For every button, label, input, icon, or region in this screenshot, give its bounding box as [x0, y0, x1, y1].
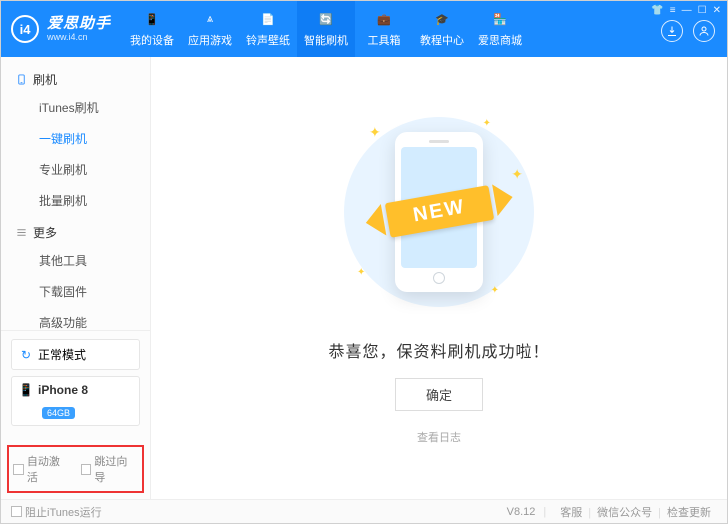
nav-ringtone[interactable]: 📄铃声壁纸: [239, 1, 297, 57]
auto-activate-checkbox[interactable]: 自动激活: [13, 453, 71, 485]
success-message: 恭喜您，保资料刷机成功啦！: [328, 338, 549, 362]
sidebar-group: 更多: [1, 216, 150, 245]
phone-icon: 📱: [20, 384, 32, 396]
hamburger-icon: [15, 227, 27, 239]
footer-link[interactable]: 检查更新: [667, 507, 711, 519]
nav-flash[interactable]: 🔄智能刷机: [297, 1, 355, 57]
confirm-button[interactable]: 确定: [395, 378, 483, 411]
nav-apps[interactable]: ⩓应用游戏: [181, 1, 239, 57]
download-button[interactable]: [661, 20, 683, 42]
mode-card[interactable]: ↻ 正常模式: [11, 339, 140, 370]
skip-guide-checkbox[interactable]: 跳过向导: [81, 453, 139, 485]
ringtone-icon: 📄: [259, 10, 277, 28]
minimize-icon[interactable]: —: [682, 5, 692, 16]
tutorial-icon: 🎓: [433, 10, 451, 28]
main-content: ✦ ✦ ✦ ✦ ✦ NEW 恭喜您，保资料刷机成功啦！ 确定 查看日志: [151, 57, 727, 499]
sidebar-item[interactable]: 批量刷机: [1, 185, 150, 216]
tools-icon: 💼: [375, 10, 393, 28]
app-title: 爱思助手: [47, 16, 111, 31]
flash-options-highlighted: 自动激活 跳过向导: [7, 445, 144, 493]
window-controls: 👕 ≡ — ☐ ✕: [645, 1, 727, 20]
status-bar: 阻止iTunes运行 V8.12 | 客服|微信公众号|检查更新: [1, 499, 727, 523]
menu-icon[interactable]: ≡: [670, 5, 676, 16]
apps-icon: ⩓: [201, 10, 219, 28]
sidebar: 刷机iTunes刷机一键刷机专业刷机批量刷机更多其他工具下载固件高级功能 ↻ 正…: [1, 57, 151, 499]
nav-tools[interactable]: 💼工具箱: [355, 1, 413, 57]
block-itunes-checkbox[interactable]: 阻止iTunes运行: [11, 504, 102, 520]
refresh-icon: ↻: [20, 349, 32, 361]
device-name: iPhone 8: [38, 383, 88, 397]
nav-tutorial[interactable]: 🎓教程中心: [413, 1, 471, 57]
storage-badge: 64GB: [42, 407, 75, 419]
nav-store[interactable]: 🏪爱思商城: [471, 1, 529, 57]
sidebar-item[interactable]: 下载固件: [1, 276, 150, 307]
sidebar-item[interactable]: 其他工具: [1, 245, 150, 276]
app-header: i4 爱思助手 www.i4.cn 📱我的设备⩓应用游戏📄铃声壁纸🔄智能刷机💼工…: [1, 1, 727, 57]
footer-link[interactable]: 微信公众号: [597, 507, 652, 519]
footer-link[interactable]: 客服: [560, 507, 582, 519]
mode-label: 正常模式: [38, 346, 86, 363]
app-url: www.i4.cn: [47, 33, 111, 42]
success-illustration: ✦ ✦ ✦ ✦ ✦ NEW: [339, 112, 539, 312]
version-label: V8.12: [507, 506, 536, 518]
close-icon[interactable]: ✕: [713, 5, 721, 16]
sidebar-group: 刷机: [1, 63, 150, 92]
nav-device[interactable]: 📱我的设备: [123, 1, 181, 57]
sidebar-item[interactable]: 专业刷机: [1, 154, 150, 185]
view-log-link[interactable]: 查看日志: [417, 429, 461, 445]
skin-icon[interactable]: 👕: [651, 5, 663, 16]
sidebar-item[interactable]: iTunes刷机: [1, 92, 150, 123]
flash-icon: 🔄: [317, 10, 335, 28]
store-icon: 🏪: [491, 10, 509, 28]
user-button[interactable]: [693, 20, 715, 42]
top-nav: 📱我的设备⩓应用游戏📄铃声壁纸🔄智能刷机💼工具箱🎓教程中心🏪爱思商城: [123, 1, 645, 57]
device-icon: 📱: [143, 10, 161, 28]
device-card[interactable]: 📱 iPhone 8 64GB: [11, 376, 140, 426]
phone-outline-icon: [15, 74, 27, 86]
app-logo: i4 爱思助手 www.i4.cn: [1, 1, 123, 57]
logo-icon: i4: [11, 15, 39, 43]
sidebar-item[interactable]: 一键刷机: [1, 123, 150, 154]
maximize-icon[interactable]: ☐: [698, 5, 707, 16]
sidebar-item[interactable]: 高级功能: [1, 307, 150, 330]
